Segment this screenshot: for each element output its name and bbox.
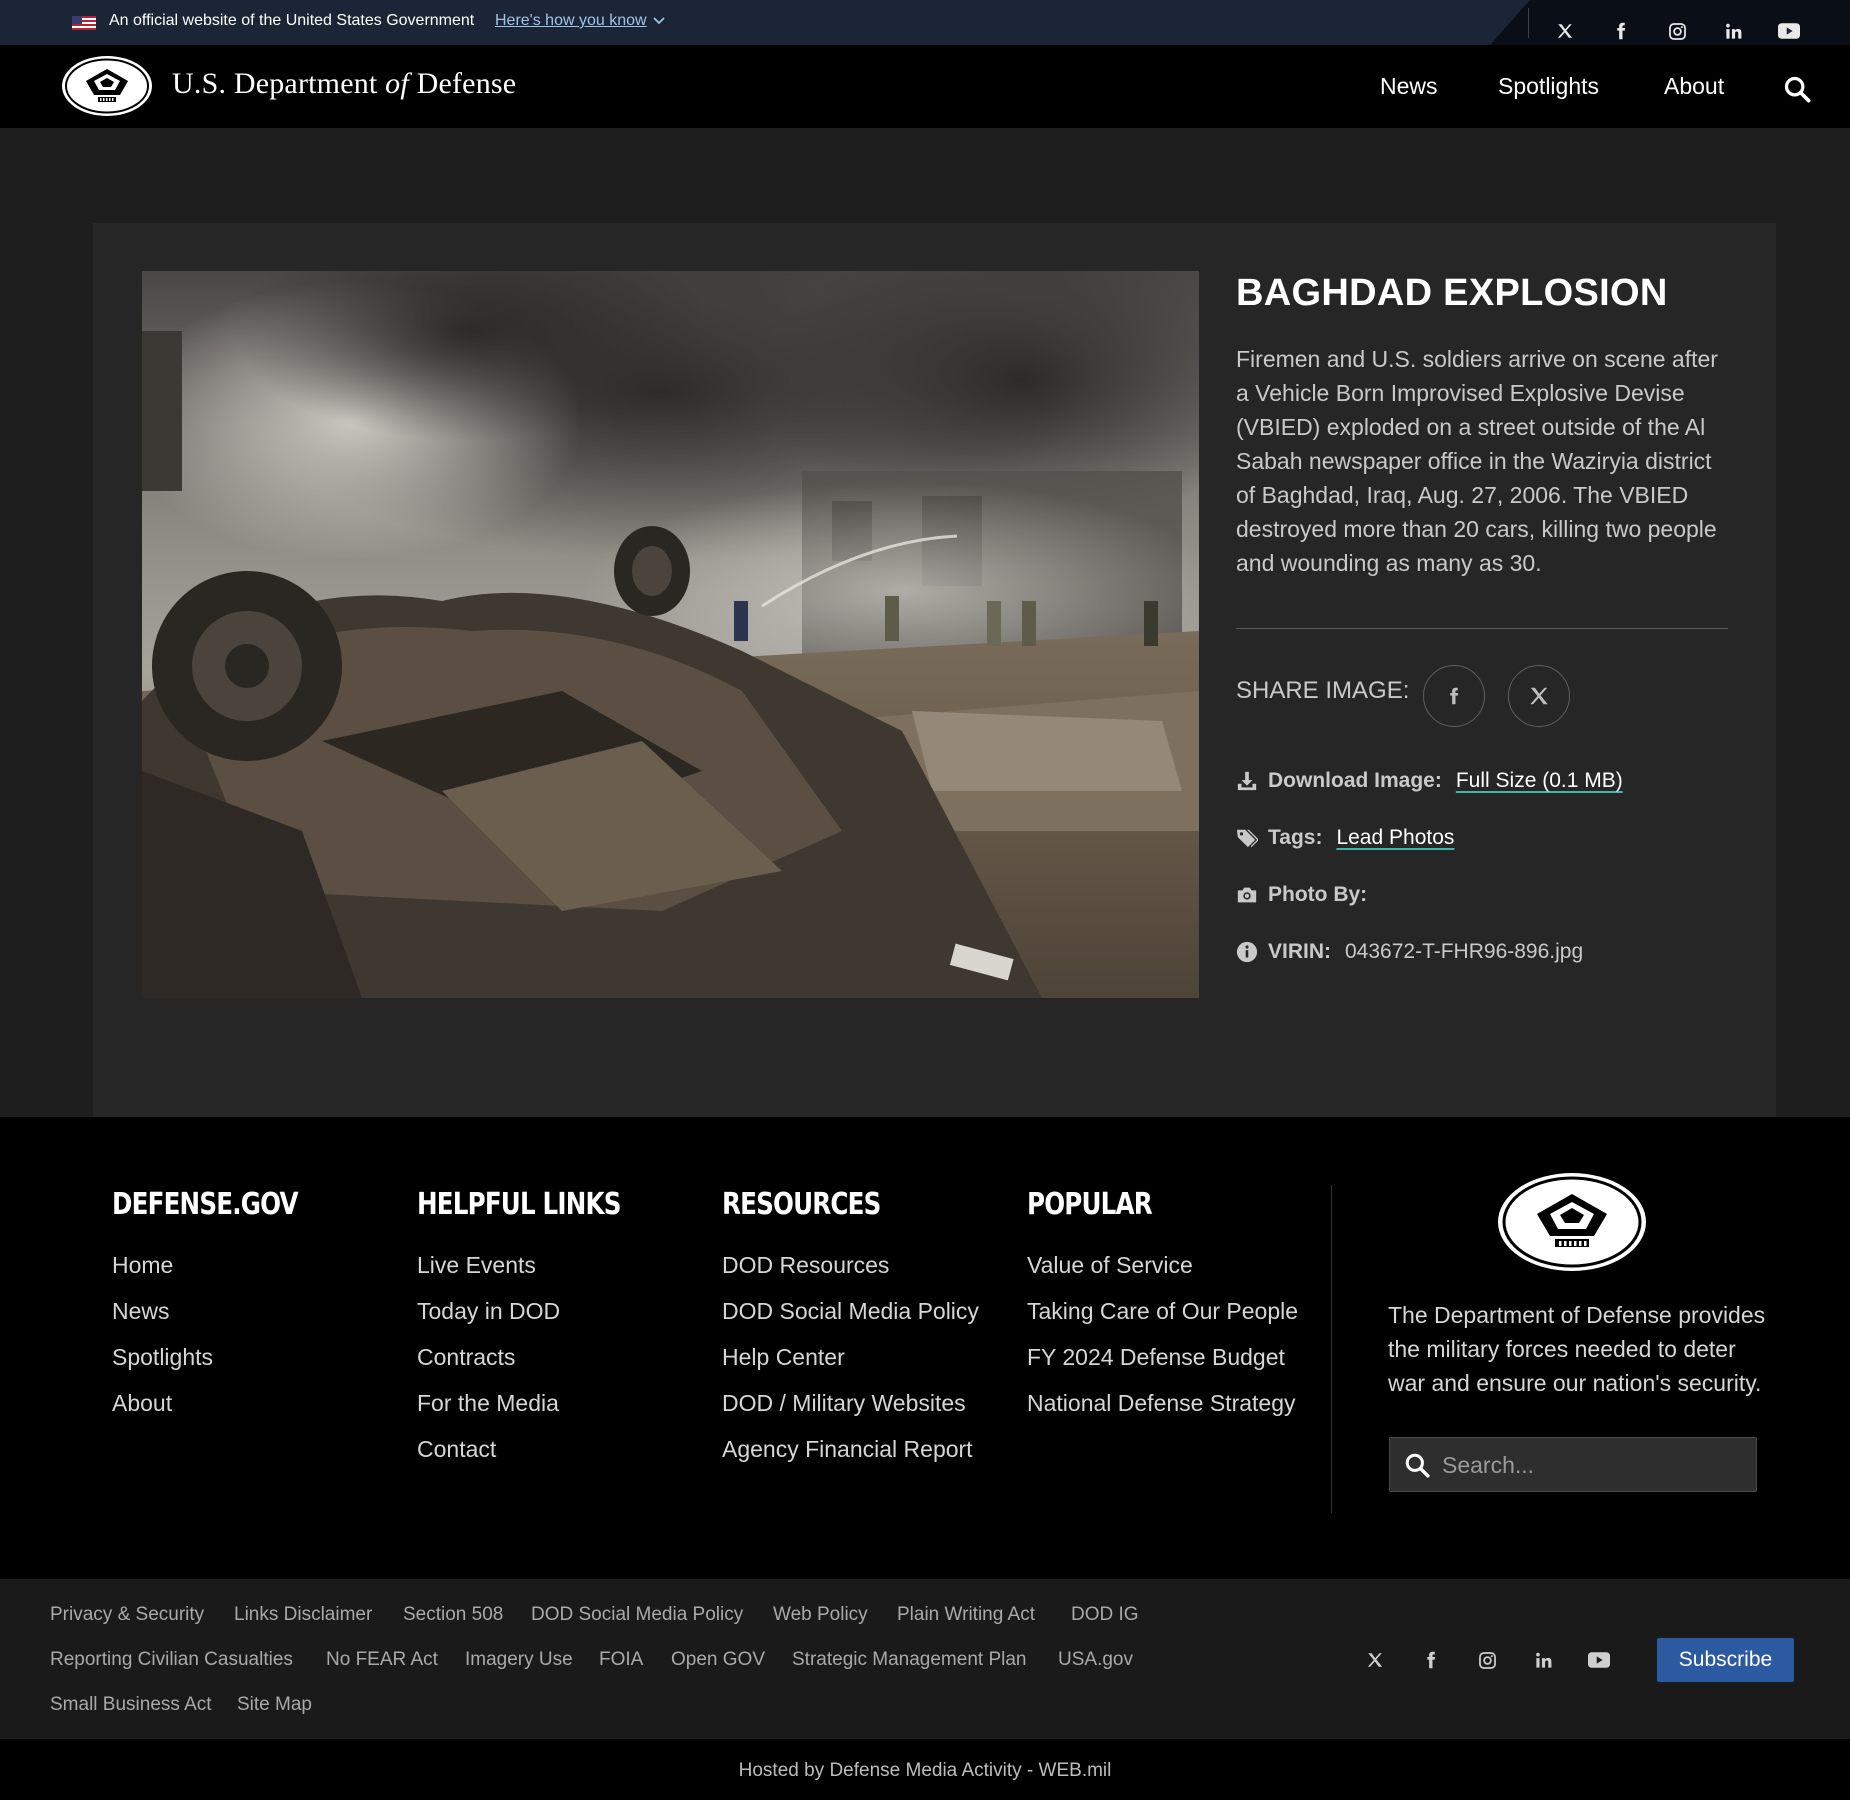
footer-link-contracts[interactable]: Contracts [417,1344,515,1371]
footer-link-dod-social-media-policy[interactable]: DOD Social Media Policy [722,1298,979,1325]
image-title: BAGHDAD EXPLOSION [1236,272,1668,314]
linkedin-icon[interactable] [1529,1646,1557,1674]
explosion-scene-image [142,271,1199,998]
footer-link-taking-care[interactable]: Taking Care of Our People [1027,1298,1298,1325]
x-icon [1530,687,1548,705]
hosted-by-text[interactable]: Hosted by Defense Media Activity - WEB.m… [0,1760,1850,1782]
footer-link-live-events[interactable]: Live Events [417,1252,536,1279]
footer-link-home[interactable]: Home [112,1252,173,1279]
x-icon[interactable] [1361,1646,1389,1674]
facebook-icon [1450,687,1459,705]
dod-seal-footer-logo [1498,1173,1646,1271]
footer-link-today-in-dod[interactable]: Today in DOD [417,1298,560,1325]
download-full-size-link[interactable]: Full Size (0.1 MB) [1456,769,1623,793]
footer-link-value-of-service[interactable]: Value of Service [1027,1252,1193,1279]
tags-row: Tags: Lead Photos [1236,826,1454,850]
site-title-part1: U.S. Department [172,67,386,100]
footer-link-agency-financial-report[interactable]: Agency Financial Report [722,1436,973,1463]
youtube-icon[interactable] [1775,17,1803,45]
footer-link-contact[interactable]: Contact [417,1436,496,1463]
main-photo[interactable] [142,271,1199,998]
site-title-part2: Defense [408,67,517,100]
footer-heading-resources: RESOURCES [722,1187,881,1222]
footer-search-input[interactable] [1442,1446,1742,1484]
facebook-icon[interactable] [1417,1646,1445,1674]
legal-link-plain-writing[interactable]: Plain Writing Act [897,1604,1035,1626]
site-header: U.S. Department of Defense News Spotligh… [0,45,1850,128]
legal-link-site-map[interactable]: Site Map [237,1694,312,1716]
facebook-icon[interactable] [1607,17,1635,45]
legal-link-open-gov[interactable]: Open GOV [671,1649,765,1671]
footer-search-box [1389,1437,1757,1492]
virin-value: 043672-T-FHR96-896.jpg [1345,940,1584,963]
linkedin-icon[interactable] [1719,17,1747,45]
legal-link-small-business[interactable]: Small Business Act [50,1694,212,1716]
official-site-text: An official website of the United States… [109,12,475,29]
camera-icon [1237,887,1257,903]
site-title-of: of [385,67,409,100]
legal-link-no-fear[interactable]: No FEAR Act [326,1649,438,1671]
how-you-know-label: Here's how you know [495,12,647,29]
footer-link-military-websites[interactable]: DOD / Military Websites [722,1390,966,1417]
dod-seal-logo [62,56,152,116]
footer-link-help-center[interactable]: Help Center [722,1344,845,1371]
footer-link-national-defense-strategy[interactable]: National Defense Strategy [1027,1390,1296,1417]
site-title[interactable]: U.S. Department of Defense [172,67,516,101]
legal-link-disclaimer[interactable]: Links Disclaimer [234,1604,372,1626]
footer-heading-helpful-links: HELPFUL LINKS [417,1187,621,1222]
download-icon [1237,771,1257,791]
share-image-label: SHARE IMAGE: [1236,677,1410,704]
tags-label: Tags: [1268,826,1323,849]
legal-link-imagery-use[interactable]: Imagery Use [465,1649,573,1671]
caption-divider [1236,628,1728,629]
footer-link-spotlights[interactable]: Spotlights [112,1344,213,1371]
footer-about-text: The Department of Defense provides the m… [1388,1302,1766,1396]
legal-link-foia[interactable]: FOIA [599,1649,643,1671]
legal-link-dod-ig[interactable]: DOD IG [1071,1604,1139,1626]
share-x-button[interactable] [1508,665,1570,727]
legal-link-section508[interactable]: Section 508 [403,1604,503,1626]
tag-icon [1236,829,1258,848]
instagram-icon[interactable] [1663,17,1691,45]
top-social-links [1551,17,1803,45]
legal-link-privacy[interactable]: Privacy & Security [50,1604,204,1626]
instagram-icon[interactable] [1473,1646,1501,1674]
nav-about[interactable]: About [1664,73,1724,100]
us-flag-icon [72,16,96,30]
legal-link-civilian-casualties[interactable]: Reporting Civilian Casualties [50,1649,293,1671]
legal-link-social-media-policy[interactable]: DOD Social Media Policy [531,1604,743,1626]
legal-link-usa-gov[interactable]: USA.gov [1058,1649,1133,1671]
chevron-down-icon [652,17,665,25]
legal-link-strategic-plan[interactable]: Strategic Management Plan [792,1649,1026,1671]
x-icon[interactable] [1551,17,1579,45]
footer-heading-defense-gov: DEFENSE.GOV [112,1187,299,1222]
info-icon [1236,941,1258,963]
footer-social-links [1361,1646,1613,1674]
nav-news[interactable]: News [1380,73,1438,100]
footer-link-for-the-media[interactable]: For the Media [417,1390,559,1417]
image-caption: Firemen and U.S. soldiers arrive on scen… [1236,346,1718,576]
how-you-know-link[interactable]: Here's how you know [495,12,665,30]
download-label: Download Image: [1268,769,1442,792]
footer-link-about[interactable]: About [112,1390,172,1417]
subscribe-button[interactable]: Subscribe [1657,1638,1794,1682]
virin-row: VIRIN: 043672-T-FHR96-896.jpg [1236,940,1583,964]
footer-link-news[interactable]: News [112,1298,170,1325]
footer-divider [1331,1185,1332,1513]
tag-lead-photos-link[interactable]: Lead Photos [1336,826,1454,850]
nav-spotlights[interactable]: Spotlights [1498,73,1599,100]
search-icon[interactable] [1404,1452,1430,1478]
footer-link-fy2024-budget[interactable]: FY 2024 Defense Budget [1027,1344,1285,1371]
youtube-icon[interactable] [1585,1646,1613,1674]
footer-heading-popular: POPULAR [1027,1187,1153,1222]
download-row: Download Image: Full Size (0.1 MB) [1236,769,1623,793]
footer-link-dod-resources[interactable]: DOD Resources [722,1252,889,1279]
photo-by-label: Photo By: [1268,883,1368,906]
legal-link-web-policy[interactable]: Web Policy [773,1604,868,1626]
search-icon[interactable] [1783,75,1811,103]
share-facebook-button[interactable] [1423,665,1485,727]
virin-label: VIRIN: [1268,940,1331,963]
photo-by-row: Photo By: [1236,883,1381,907]
social-divider [1528,8,1529,38]
